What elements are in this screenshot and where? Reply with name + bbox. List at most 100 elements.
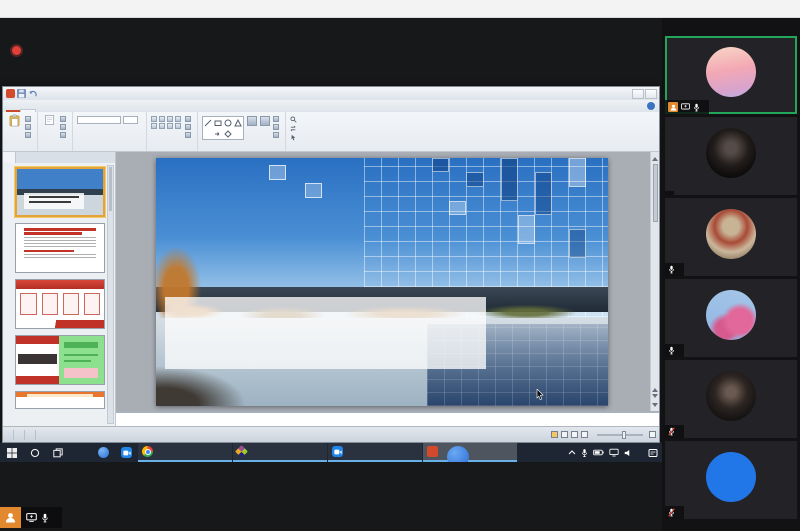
smartart-icon: [185, 132, 191, 138]
previous-slide-icon[interactable]: [652, 385, 658, 392]
close-icon[interactable]: [780, 2, 794, 16]
ppt-close-icon[interactable]: [645, 89, 657, 99]
slide-canvas[interactable]: [156, 158, 608, 406]
meeting-pinned-button[interactable]: [115, 443, 138, 462]
undo-icon[interactable]: [28, 90, 37, 98]
text-direction-icon: [185, 116, 191, 122]
scrollbar-thumb[interactable]: [653, 164, 658, 222]
ribbon-group-font: [73, 112, 147, 151]
maximize-icon[interactable]: [764, 2, 778, 16]
new-slide-button[interactable]: [42, 114, 57, 127]
panel-close-icon[interactable]: [107, 152, 115, 163]
slide-thumbnail-5[interactable]: [5, 391, 105, 409]
help-icon[interactable]: [647, 102, 655, 110]
edge-button[interactable]: [69, 443, 92, 462]
panel-scrollbar-thumb[interactable]: [109, 167, 112, 211]
cut-button[interactable]: [25, 116, 33, 122]
panel-tab-slides[interactable]: [3, 152, 16, 163]
hidden-icons-chevron-icon[interactable]: [568, 450, 576, 455]
slide-sorter-view-icon[interactable]: [561, 431, 568, 438]
align-text-button[interactable]: [185, 124, 193, 130]
taskbar-app-powerpoint[interactable]: [423, 443, 517, 462]
decor: [24, 243, 96, 244]
volume-icon[interactable]: [624, 449, 633, 457]
participant-tile[interactable]: [665, 117, 797, 195]
slide-thumbnail-3[interactable]: [5, 279, 105, 329]
slide-scrollbar[interactable]: [650, 152, 659, 411]
scroll-down-icon[interactable]: [652, 403, 658, 410]
zoom-slider-thumb[interactable]: [622, 431, 626, 439]
shape-outline-button[interactable]: [273, 124, 281, 130]
system-tray: [568, 448, 662, 458]
slideshow-view-icon[interactable]: [581, 431, 588, 438]
participant-tile[interactable]: [665, 441, 797, 519]
thumb-image-2[interactable]: [15, 223, 105, 273]
layout-button[interactable]: [60, 116, 68, 122]
notes-pane[interactable]: [116, 411, 659, 426]
thumb-image-5[interactable]: [15, 391, 105, 409]
mouse-cursor: [536, 389, 544, 400]
search-button[interactable]: [23, 443, 46, 462]
shapes-gallery[interactable]: [202, 116, 244, 140]
minimize-icon[interactable]: [748, 2, 762, 16]
taskbar-app-chrome[interactable]: [138, 443, 232, 462]
font-size-box[interactable]: [123, 116, 138, 124]
panel-tab-outline[interactable]: [16, 152, 28, 163]
paragraph-buttons-grid[interactable]: [151, 114, 182, 129]
slide-thumbnail-2[interactable]: [5, 223, 105, 273]
slide-thumbnail-1[interactable]: [5, 167, 105, 217]
floating-ball[interactable]: [447, 446, 469, 462]
slide-title-block[interactable]: [165, 297, 486, 369]
taskbar-app-centos[interactable]: [233, 443, 327, 462]
display-icon[interactable]: [609, 448, 619, 457]
battery-icon[interactable]: [593, 449, 604, 456]
thumb-image-1[interactable]: [15, 167, 105, 217]
participant-tile[interactable]: [665, 360, 797, 438]
taskbar-app-meeting[interactable]: [328, 443, 422, 462]
participant-tile-sharing[interactable]: [665, 36, 797, 114]
participant-tile[interactable]: [665, 198, 797, 276]
thumb-image-4[interactable]: [15, 335, 105, 385]
decor: [63, 293, 80, 315]
recording-dot-icon: [12, 46, 21, 55]
scroll-up-icon[interactable]: [652, 154, 658, 161]
ribbon-group-clipboard: [3, 112, 38, 151]
format-painter-icon: [25, 132, 31, 138]
quick-styles-button[interactable]: [260, 114, 270, 127]
reading-view-icon[interactable]: [571, 431, 578, 438]
shape-fill-button[interactable]: [273, 116, 281, 122]
start-button[interactable]: [0, 443, 23, 462]
copy-button[interactable]: [25, 124, 33, 130]
find-button[interactable]: [290, 116, 299, 123]
tray-mic-icon[interactable]: [581, 448, 588, 458]
format-painter-button[interactable]: [25, 132, 33, 138]
select-button[interactable]: [290, 134, 299, 141]
participant-tile[interactable]: [665, 279, 797, 357]
shape-effects-button[interactable]: [273, 132, 281, 138]
task-view-button[interactable]: [46, 443, 69, 462]
ppt-maximize-icon[interactable]: [632, 89, 644, 99]
shape-triangle-icon: [234, 119, 242, 127]
thumb-image-3[interactable]: [15, 279, 105, 329]
smartart-button[interactable]: [185, 132, 193, 138]
arrange-button[interactable]: [247, 114, 257, 127]
slide-thumbnail-4[interactable]: [5, 335, 105, 385]
panel-scrollbar[interactable]: [107, 165, 114, 424]
paste-button[interactable]: [7, 114, 22, 128]
windows-logo-icon: [7, 448, 17, 458]
replace-button[interactable]: [290, 125, 299, 132]
next-slide-icon[interactable]: [652, 394, 658, 401]
decor: [535, 172, 552, 215]
save-icon[interactable]: [17, 89, 26, 98]
section-button[interactable]: [60, 132, 68, 138]
decor: [518, 215, 535, 244]
fit-to-window-icon[interactable]: [649, 431, 656, 438]
action-center-icon[interactable]: [648, 448, 658, 458]
reset-button[interactable]: [60, 124, 68, 130]
font-name-box[interactable]: [77, 116, 121, 124]
text-direction-button[interactable]: [185, 116, 193, 122]
pinned-app-button[interactable]: [92, 443, 115, 462]
normal-view-icon[interactable]: [551, 431, 558, 438]
decor: [24, 237, 96, 238]
zoom-slider[interactable]: [597, 434, 643, 436]
